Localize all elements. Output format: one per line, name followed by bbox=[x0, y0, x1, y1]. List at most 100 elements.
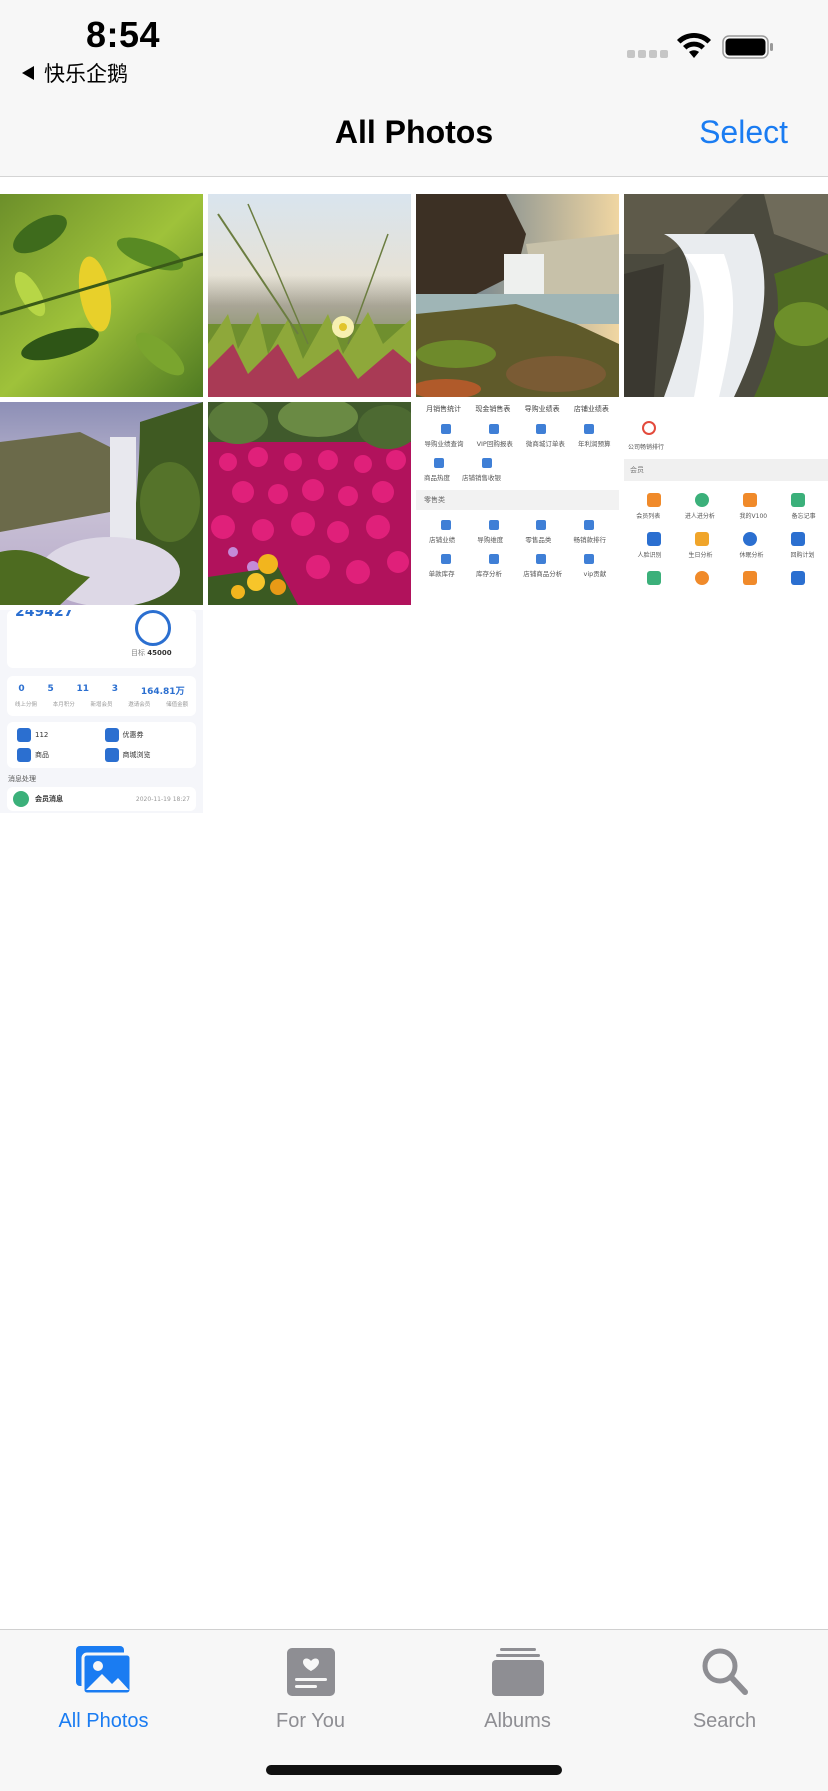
progress-ring-icon bbox=[135, 610, 171, 646]
shot7-row3-3: 畅销款排行 bbox=[573, 536, 606, 544]
chart-icon bbox=[695, 493, 709, 507]
battery-icon bbox=[722, 35, 773, 59]
shot9-num-3: 3 bbox=[111, 684, 119, 694]
shot8-row1-2: 我的V100 bbox=[739, 513, 768, 520]
home-indicator[interactable] bbox=[266, 1765, 562, 1775]
photo-thumbnail-leaves[interactable] bbox=[0, 194, 203, 397]
shot9-num-1: 5 bbox=[47, 684, 54, 694]
product-icon bbox=[17, 748, 31, 762]
tag-icon bbox=[743, 571, 757, 585]
bag-icon bbox=[536, 554, 547, 564]
shot8-row2-3: 回购计划 bbox=[790, 552, 815, 559]
shot9-target-label: 目标 bbox=[131, 649, 145, 657]
back-to-app-link[interactable]: 快乐企鹅 bbox=[22, 58, 128, 88]
report-icon bbox=[434, 458, 444, 468]
shot9-message-title: 会员消息 bbox=[35, 795, 63, 803]
shot7-row1-3: 年利润预算 bbox=[577, 440, 611, 448]
shot8-row2-0: 人脸识别 bbox=[637, 552, 662, 559]
screenshot-menu-content: 月销售统计 现金销售表 导购业绩表 店铺业绩表 导购业绩查询 VIP回购报表 微… bbox=[416, 402, 619, 605]
photo-thumbnail-app-screenshot-menu[interactable]: 月销售统计 现金销售表 导购业绩表 店铺业绩表 导购业绩查询 VIP回购报表 微… bbox=[416, 402, 619, 605]
tab-label-albums: Albums bbox=[484, 1710, 551, 1732]
back-app-label: 快乐企鹅 bbox=[44, 62, 128, 86]
category-icon bbox=[536, 520, 547, 530]
tab-for-you[interactable]: For You bbox=[207, 1640, 414, 1750]
photos-app-screen: 8:54 快乐企鹅 All Photos Select 月销售统计 现金销售表 … bbox=[0, 0, 828, 1791]
shot7-header-0: 月销售统计 bbox=[426, 405, 462, 413]
shot7-row1-0: 导购业绩查询 bbox=[424, 440, 464, 448]
face-icon bbox=[647, 532, 661, 546]
select-button[interactable]: Select bbox=[699, 114, 788, 151]
shot7-row1-2: 微商城订单表 bbox=[525, 440, 565, 448]
ticket-icon bbox=[791, 571, 805, 585]
store-icon bbox=[440, 520, 451, 530]
shot9-feature-1: 优惠券 bbox=[122, 731, 144, 739]
albums-icon bbox=[491, 1648, 544, 1696]
shot9-numlbl-0: 线上分佣 bbox=[14, 702, 37, 708]
photo-thumbnail-misty-waterfall[interactable] bbox=[0, 402, 203, 605]
status-time: 8:54 bbox=[86, 14, 161, 55]
photo-thumbnail-app-screenshot-dashboard[interactable]: 249427 目标 45000 0 5 11 3 164.81万 线上分佣 本月… bbox=[0, 610, 203, 813]
guide-icon bbox=[488, 520, 499, 530]
shot9-message-section: 消息处理 bbox=[8, 775, 36, 783]
report-icon bbox=[536, 424, 547, 434]
shot8-row1-3: 备忘记事 bbox=[791, 513, 816, 520]
shot7-row4-1: 库存分析 bbox=[475, 570, 502, 578]
report-icon bbox=[488, 424, 499, 434]
shot7-row3-2: 零售品类 bbox=[525, 536, 552, 544]
shot9-feature-3: 商城浏览 bbox=[122, 751, 151, 759]
photo-thumbnail-waterfall-rocks[interactable] bbox=[416, 194, 619, 397]
tab-label-search: Search bbox=[692, 1710, 757, 1732]
cellular-signal-icon bbox=[627, 50, 668, 58]
photo-thumbnail-app-screenshot-member[interactable]: 公司畅销排行 会员 会员列表 进人进分析 我的V100 备忘记事 人脸识别 生日… bbox=[624, 402, 828, 605]
shot7-row4-2: 店铺商品分析 bbox=[523, 570, 563, 578]
eye-icon bbox=[104, 748, 119, 762]
shot7-row2-0: 商品热度 bbox=[424, 474, 450, 482]
shot9-message-time: 2020-11-19 18:27 bbox=[135, 795, 190, 803]
report-icon bbox=[482, 458, 492, 468]
shot9-numlbl-2: 新增会员 bbox=[90, 702, 113, 708]
cake-icon bbox=[695, 532, 709, 546]
shot9-num-2: 11 bbox=[76, 684, 90, 694]
shot9-num-4: 164.81万 bbox=[140, 687, 185, 697]
stock-icon bbox=[440, 554, 451, 564]
shot8-row2-1: 生日分析 bbox=[688, 552, 713, 559]
note-icon bbox=[791, 493, 805, 507]
moon-icon bbox=[743, 532, 757, 546]
for-you-icon bbox=[286, 1648, 335, 1696]
shot7-row4-0: 单款库存 bbox=[428, 570, 455, 578]
shot9-numlbl-3: 邀请会员 bbox=[128, 702, 151, 708]
photo-thumbnail-flower-field[interactable] bbox=[208, 402, 411, 605]
shot9-feature-0: 112 bbox=[35, 731, 49, 739]
shot8-top-label: 公司畅销排行 bbox=[628, 444, 665, 451]
wifi-icon bbox=[677, 32, 711, 58]
shot9-big-number: 249427 bbox=[15, 610, 74, 620]
shot7-row3-0: 店铺业绩 bbox=[429, 536, 456, 544]
search-small-icon bbox=[647, 571, 661, 585]
ranking-icon bbox=[642, 421, 656, 435]
back-arrow-icon bbox=[22, 66, 34, 80]
shot7-header-2: 导购业绩表 bbox=[524, 405, 560, 413]
shot9-numlbl-1: 本月积分 bbox=[52, 702, 75, 708]
bag-icon bbox=[743, 493, 757, 507]
photo-thumbnail-grass-flower[interactable] bbox=[208, 194, 411, 397]
vip-icon bbox=[17, 728, 31, 742]
shot9-numlbl-4: 储值金额 bbox=[166, 702, 189, 708]
shot7-section-title: 零售类 bbox=[416, 490, 619, 510]
message-bubble-icon bbox=[13, 791, 29, 807]
plan-icon bbox=[791, 532, 805, 546]
shot9-num-0: 0 bbox=[18, 684, 25, 694]
screenshot-dashboard-content: 249427 目标 45000 0 5 11 3 164.81万 线上分佣 本月… bbox=[0, 610, 203, 813]
screenshot-member-content: 公司畅销排行 会员 会员列表 进人进分析 我的V100 备忘记事 人脸识别 生日… bbox=[624, 402, 828, 605]
message-icon bbox=[695, 571, 709, 585]
report-icon bbox=[440, 424, 451, 434]
tab-albums[interactable]: Albums bbox=[414, 1640, 621, 1750]
member-list-icon bbox=[647, 493, 661, 507]
photo-thumbnail-waterfall-long-exposure[interactable] bbox=[624, 194, 828, 397]
shot7-header-3: 店铺业绩表 bbox=[573, 405, 609, 413]
tab-search[interactable]: Search bbox=[621, 1640, 828, 1750]
tab-label-for-you: For You bbox=[276, 1710, 345, 1732]
shot8-row1-1: 进人进分析 bbox=[684, 513, 715, 520]
tab-all-photos[interactable]: All Photos bbox=[0, 1640, 207, 1750]
shot8-row2-2: 休眠分析 bbox=[739, 552, 764, 559]
shot7-row3-1: 导购维度 bbox=[477, 536, 504, 544]
